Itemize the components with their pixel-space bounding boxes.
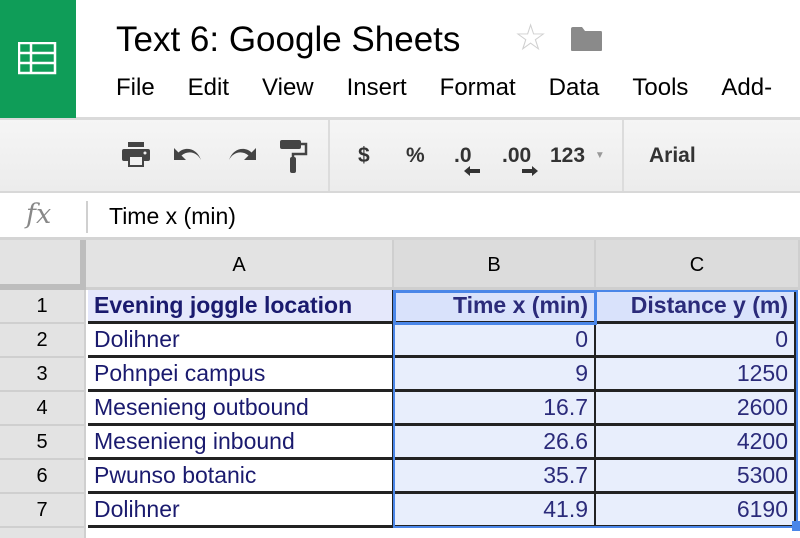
column-header-b[interactable]: B [394,240,596,290]
menu-tools[interactable]: Tools [632,74,688,102]
table-row-cell-a7[interactable]: Dolihner [88,494,394,528]
table-row-cell-b3[interactable]: 9 [394,358,596,392]
more-formats-label: 123 [550,144,586,167]
table-row-cell-c7[interactable]: 6190 [596,494,796,528]
arrow-right-icon [522,166,538,176]
print-icon[interactable] [121,142,151,168]
toolbar-separator [622,120,624,191]
increase-decimal-button[interactable]: .00 [502,144,538,176]
table-row-cell-a6[interactable]: Pwunso botanic [88,460,394,494]
table-row-cell-b4[interactable]: 16.7 [394,392,596,426]
dropdown-caret-icon: ▼ [594,150,605,161]
formula-bar-separator [86,201,88,233]
table-row-cell-a4[interactable]: Mesenieng outbound [88,392,394,426]
row-header-1[interactable]: 1 [0,290,86,324]
decrease-decimal-button[interactable]: .0 [454,144,480,176]
sheets-logo-icon [18,42,57,75]
row-header-4[interactable]: 4 [0,392,86,426]
currency-format-button[interactable]: $ [358,144,370,168]
menu-file[interactable]: File [116,74,155,102]
star-icon[interactable]: ☆ [514,18,547,58]
table-row-cell-b7[interactable]: 41.9 [394,494,596,528]
menu-bar: File Edit View Insert Format Data Tools … [116,74,800,102]
arrow-left-icon [464,166,480,176]
sheets-logo[interactable] [0,0,76,118]
row-header-3[interactable]: 3 [0,358,86,392]
table-row-cell-c5[interactable]: 4200 [596,426,796,460]
table-row-cell-c6[interactable]: 5300 [596,460,796,494]
column-header-c[interactable]: C [596,240,800,290]
table-row-cell-b6[interactable]: 35.7 [394,460,596,494]
row-header-8[interactable] [0,528,86,538]
toolbar: $ % .0 .00 123 ▼ Arial [0,120,800,193]
redo-icon[interactable] [226,146,258,166]
formula-bar: fx Time x (min) [0,193,800,240]
table-row-cell-c2[interactable]: 0 [596,324,796,358]
percent-format-button[interactable]: % [406,144,425,168]
undo-icon[interactable] [172,146,204,166]
toolbar-separator [328,120,330,191]
paint-format-icon[interactable] [280,140,308,174]
cell-b1[interactable]: Time x (min) [394,290,596,324]
fx-icon: fx [26,199,52,230]
table-row-cell-c4[interactable]: 2600 [596,392,796,426]
table-row-cell-a3[interactable]: Pohnpei campus [88,358,394,392]
select-all-corner[interactable] [0,240,86,290]
spreadsheet-grid: A B C 1 2 3 4 5 6 7 Evening joggle locat… [0,240,800,538]
row-header-7[interactable]: 7 [0,494,86,528]
menu-format[interactable]: Format [440,74,516,102]
font-family-select[interactable]: Arial [649,144,696,168]
cell-c1[interactable]: Distance y (m) [596,290,796,324]
table-row-cell-a2[interactable]: Dolihner [88,324,394,358]
table-row-cell-b5[interactable]: 26.6 [394,426,596,460]
folder-icon[interactable] [570,26,603,52]
menu-insert[interactable]: Insert [347,74,407,102]
fill-handle[interactable] [792,521,800,531]
table-row-cell-a5[interactable]: Mesenieng inbound [88,426,394,460]
menu-addons[interactable]: Add- [721,74,772,102]
column-header-a[interactable]: A [86,240,394,290]
menu-edit[interactable]: Edit [188,74,229,102]
increase-decimal-label: .00 [502,144,532,167]
document-title[interactable]: Text 6: Google Sheets [116,20,460,60]
table-row-cell-c3[interactable]: 1250 [596,358,796,392]
table-row-cell-b2[interactable]: 0 [394,324,596,358]
menu-data[interactable]: Data [549,74,600,102]
decrease-decimal-label: .0 [454,144,472,167]
formula-input[interactable]: Time x (min) [109,203,236,230]
menu-view[interactable]: View [262,74,314,102]
row-header-5[interactable]: 5 [0,426,86,460]
cell-a1[interactable]: Evening joggle location [88,290,394,324]
row-header-2[interactable]: 2 [0,324,86,358]
app-header: Text 6: Google Sheets ☆ File Edit View I… [0,0,800,120]
row-header-6[interactable]: 6 [0,460,86,494]
more-formats-button[interactable]: 123 ▼ [550,144,605,168]
